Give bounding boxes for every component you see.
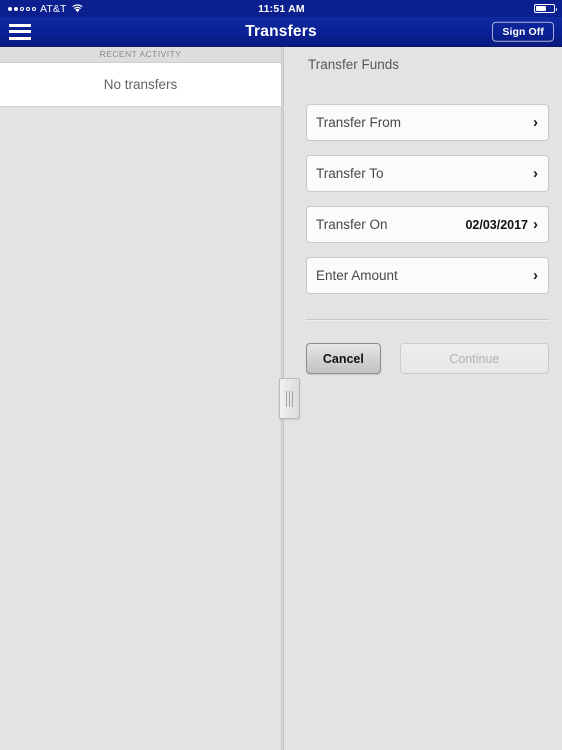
transfer-on-date-value: 02/03/2017 [465, 217, 528, 232]
sign-off-button[interactable]: Sign Off [492, 21, 554, 42]
chevron-right-icon: › [533, 216, 538, 233]
transfer-from-row[interactable]: Transfer From › [306, 104, 549, 141]
form-separator [306, 319, 549, 321]
transfer-from-label: Transfer From [316, 115, 402, 130]
content-area: RECENT ACTIVITY No transfers Transfer Fu… [0, 46, 562, 750]
enter-amount-row[interactable]: Enter Amount › [306, 257, 549, 294]
no-transfers-row: No transfers [0, 63, 281, 107]
transfer-funds-title: Transfer Funds [308, 57, 400, 72]
cancel-button[interactable]: Cancel [306, 343, 381, 374]
chevron-right-icon: › [533, 267, 538, 284]
recent-activity-header: RECENT ACTIVITY [0, 46, 281, 63]
status-bar: AT&T 11:51 AM [0, 0, 562, 17]
transfer-to-label: Transfer To [316, 166, 384, 181]
signal-strength-icon [8, 6, 36, 11]
status-bar-clock: 11:51 AM [258, 2, 305, 15]
hamburger-menu-icon[interactable] [9, 23, 31, 40]
chevron-right-icon: › [533, 114, 538, 131]
drag-handle-icon[interactable] [279, 378, 300, 419]
carrier-label: AT&T [40, 2, 67, 15]
wifi-icon [72, 4, 84, 13]
enter-amount-label: Enter Amount [316, 268, 398, 283]
action-buttons: Cancel Continue [306, 343, 549, 374]
page-title: Transfers [245, 22, 317, 40]
transfer-funds-panel: Transfer Funds Transfer From › Transfer … [284, 46, 562, 750]
recent-activity-panel: RECENT ACTIVITY No transfers [0, 46, 281, 750]
transfer-to-row[interactable]: Transfer To › [306, 155, 549, 192]
navigation-bar: Transfers Sign Off [0, 17, 562, 47]
transfer-on-row[interactable]: Transfer On 02/03/2017 › [306, 206, 549, 243]
status-bar-right [375, 3, 562, 14]
transfer-on-label: Transfer On [316, 217, 388, 232]
continue-button: Continue [399, 343, 549, 374]
status-bar-left: AT&T [0, 3, 188, 15]
transfer-form: Transfer From › Transfer To › Transfer O… [306, 104, 549, 308]
battery-icon [534, 3, 557, 14]
app-root: AT&T 11:51 AM Transfers Sign Off RECENT … [0, 0, 562, 750]
chevron-right-icon: › [533, 165, 538, 182]
